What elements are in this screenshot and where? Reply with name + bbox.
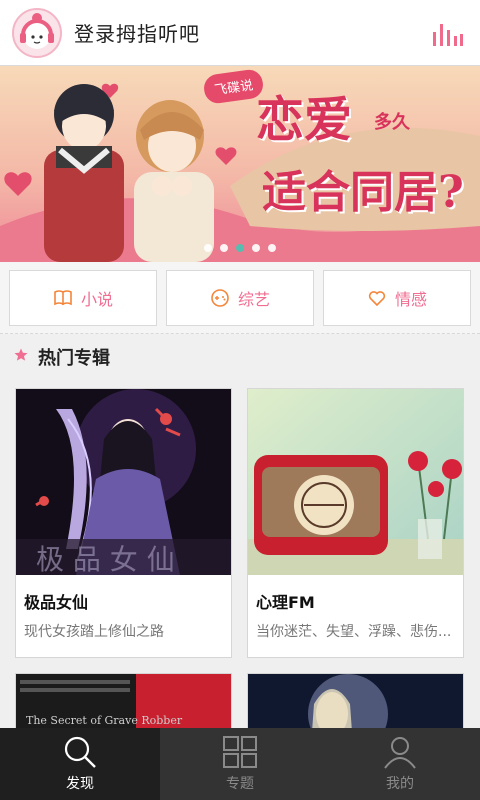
book-icon (54, 290, 72, 306)
carousel-dot[interactable] (268, 244, 276, 252)
album-description: 当你迷茫、失望、浮躁、悲伤... (256, 624, 452, 640)
category-label: 综艺 (237, 290, 270, 309)
banner-title-line1: 恋爱 (256, 92, 353, 148)
tab-topics[interactable]: 专题 (160, 728, 320, 800)
headphone-girl-icon (20, 13, 54, 49)
album-cover (248, 674, 463, 732)
category-label: 情感 (394, 290, 427, 309)
tab-discover[interactable]: 发现 (0, 728, 160, 800)
album-card[interactable] (247, 673, 464, 733)
category-emotion-button[interactable]: 情感 (323, 270, 471, 326)
album-card[interactable]: The Secret of Grave Robber (15, 673, 232, 733)
album-title: 极品女仙 (24, 593, 89, 612)
category-variety-button[interactable]: 综艺 (166, 270, 314, 326)
album-cover: 极 品 女 仙 (16, 389, 231, 575)
svg-text:极 品 女 仙: 极 品 女 仙 (36, 543, 175, 575)
tab-mine[interactable]: 我的 (320, 728, 480, 800)
album-title: 心理FM (256, 593, 315, 612)
star-icon (14, 348, 28, 361)
carousel-dot[interactable] (204, 244, 212, 252)
category-row: 小说 综艺 情感 (0, 262, 480, 334)
tab-label: 发现 (66, 776, 94, 792)
category-novel-button[interactable]: 小说 (9, 270, 157, 326)
equalizer-bars-icon[interactable] (432, 20, 464, 46)
heart-icon (368, 291, 386, 307)
banner-title-line2: 适合同居? (262, 167, 464, 218)
grid-icon (223, 736, 257, 768)
section-title: 热门专辑 (38, 348, 110, 369)
search-icon (64, 736, 96, 768)
hot-albums-header: 热门专辑 (0, 334, 480, 380)
login-title[interactable]: 登录拇指听吧 (74, 18, 200, 47)
album-cover: The Secret of Grave Robber (16, 674, 231, 732)
tab-label: 专题 (226, 776, 254, 792)
cover-text: The Secret of Grave Robber (26, 714, 183, 727)
gamepad-icon (211, 289, 229, 307)
carousel-dot[interactable] (252, 244, 260, 252)
album-description: 现代女孩踏上修仙之路 (24, 624, 164, 640)
category-label: 小说 (80, 290, 113, 309)
carousel-indicator (0, 244, 480, 252)
login-avatar[interactable] (12, 8, 62, 58)
banner-carousel[interactable]: 飞碟说 恋爱 多久 适合同居? (0, 66, 480, 262)
bottom-tab-bar: 发现 专题 我的 (0, 728, 480, 800)
app-root: 登录拇指听吧 飞碟说 恋爱 多久 适合同居? 小说 综艺 情感 热门专辑 极 品… (0, 0, 480, 800)
album-card[interactable]: 极 品 女 仙 极品女仙 现代女孩踏上修仙之路 (15, 388, 232, 658)
carousel-dot-active[interactable] (236, 244, 244, 252)
carousel-dot[interactable] (220, 244, 228, 252)
tab-label: 我的 (386, 776, 414, 792)
banner-title-small: 多久 (374, 112, 410, 133)
user-icon (384, 737, 416, 769)
top-header: 登录拇指听吧 (0, 0, 480, 66)
album-cover (248, 389, 463, 575)
album-card[interactable]: 心理FM 当你迷茫、失望、浮躁、悲伤... (247, 388, 464, 658)
